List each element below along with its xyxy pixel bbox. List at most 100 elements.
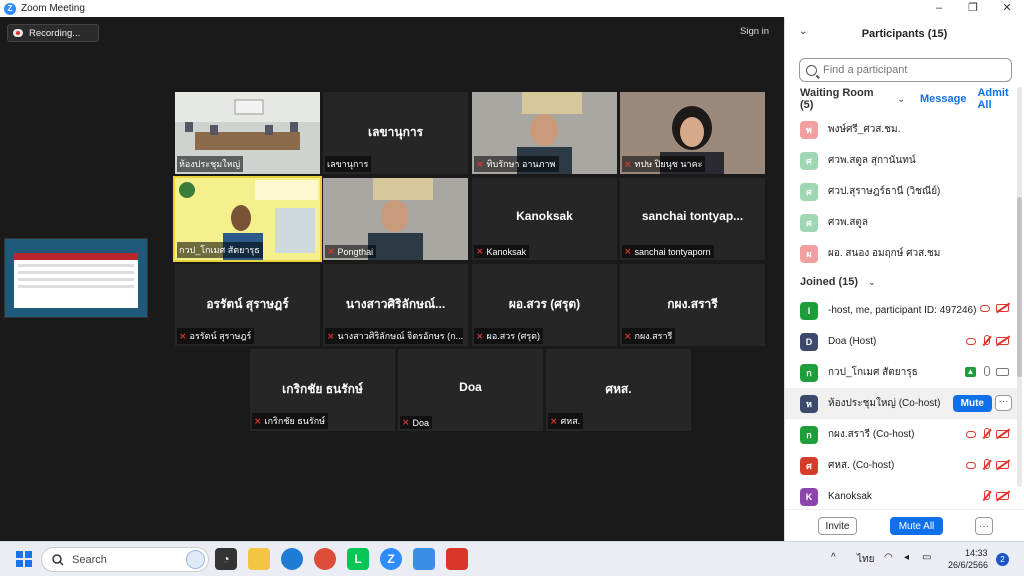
participant-row[interactable]: l -host, me, participant ID: 497246) — [785, 295, 1017, 326]
panel-title: Participants (15) — [861, 27, 948, 40]
muted-mic-icon — [982, 428, 990, 440]
screen-share-icon: ▲ — [965, 367, 976, 377]
participant-name-label: ⨯ ทปษ ปิยนุช นาคะ — [622, 156, 706, 172]
windows-start-icon[interactable] — [13, 548, 35, 570]
participant-tile[interactable]: ห้องประชุมใหญ่ — [175, 92, 320, 174]
muted-mic-icon: ⨯ — [476, 246, 484, 256]
wifi-icon[interactable]: ◠ — [884, 552, 893, 563]
panel-footer: Invite Mute All ··· — [785, 509, 1024, 541]
participant-name-label: ⨯ ศหส. — [548, 413, 584, 429]
participant-row[interactable]: ห ห้องประชุมใหญ่ (Co-host) Mute ··· — [785, 388, 1017, 419]
waiting-participant-row[interactable]: ศ ศวป.สุราษฎร์ธานี (วิชณีย์) — [785, 176, 1017, 207]
chevron-down-icon[interactable]: ⌄ — [868, 277, 876, 288]
edge-browser-icon[interactable] — [281, 548, 303, 570]
waiting-participant-row[interactable]: พ พงษ์ศรี_ศวส.ชม. — [785, 114, 1017, 145]
search-placeholder: Find a participant — [823, 64, 908, 76]
participant-tile[interactable]: กผง.สรารี ⨯ กผง.สรารี — [620, 264, 765, 346]
participant-row[interactable]: K Kanoksak — [785, 481, 1017, 512]
participant-more-button[interactable]: ··· — [995, 395, 1012, 411]
clock-time[interactable]: 14:33 — [965, 548, 988, 558]
joined-label: Joined (15) — [800, 276, 859, 288]
gauge-app-icon[interactable]: ◔ — [215, 548, 237, 570]
participant-search-input[interactable]: Find a participant — [799, 58, 1012, 82]
shared-screen-thumbnail[interactable] — [4, 238, 148, 318]
chrome-browser-icon[interactable] — [314, 548, 336, 570]
zoom-taskbar-icon[interactable]: Z — [380, 548, 402, 570]
video-icon — [996, 368, 1009, 376]
maximize-button[interactable]: ❐ — [956, 0, 990, 17]
mute-participant-button[interactable]: Mute — [952, 395, 992, 412]
clock-date[interactable]: 26/6/2566 — [948, 560, 988, 570]
participant-tile[interactable]: Kanoksak ⨯ Kanoksak — [472, 178, 617, 260]
waiting-participant-row[interactable]: ศ ศวพ.สตูล — [785, 207, 1017, 238]
participant-name-label: ⨯ เกริกชัย ธนรักษ์ — [252, 413, 329, 429]
participant-name: sanchai tontyaporn — [634, 246, 711, 257]
zoom-logo-icon: Z — [4, 2, 16, 15]
participant-name: ทิบรักษา อานภาพ — [486, 159, 556, 169]
video-area: Recording... Sign in ห้องประชุมใหญ่ เลขาน… — [0, 17, 784, 541]
avatar: K — [800, 487, 818, 506]
more-options-button[interactable]: ··· — [975, 517, 993, 535]
participant-tile[interactable]: Doa ⨯ Doa — [398, 349, 543, 431]
participant-row[interactable]: ศ ศหส. (Co-host) — [785, 450, 1017, 481]
participant-name: Kanoksak — [828, 491, 872, 502]
volume-icon[interactable]: ◂ — [904, 552, 909, 563]
participant-tile[interactable]: กวป_โกเมศ สัตยารุธ — [173, 176, 322, 262]
image-viewer-icon[interactable] — [413, 548, 435, 570]
pdf-reader-icon[interactable] — [446, 548, 468, 570]
participant-tile[interactable]: อรรัตน์ สุราษฎร์ ⨯ อรรัตน์ สุราษฎร์ — [175, 264, 320, 346]
participant-tile[interactable]: ⨯ ทิบรักษา อานภาพ — [472, 92, 617, 174]
line-app-icon[interactable]: L — [347, 548, 369, 570]
tray-overflow-icon[interactable]: ^ — [831, 552, 836, 563]
participant-tile[interactable]: เกริกชัย ธนรักษ์ ⨯ เกริกชัย ธนรักษ์ — [250, 349, 395, 431]
avatar: ศ — [800, 182, 818, 201]
participant-tile[interactable]: ศหส. ⨯ ศหส. — [546, 349, 691, 431]
participant-name-label: ⨯ ทิบรักษา อานภาพ — [474, 156, 559, 172]
chevron-down-icon[interactable]: ⌄ — [897, 94, 905, 105]
recording-cloud-icon — [966, 337, 976, 345]
minimize-button[interactable]: – — [922, 0, 956, 17]
participant-name-label: ⨯ sanchai tontyaporn — [622, 245, 714, 258]
participant-name: ศวป.สุราษฎร์ธานี (วิชณีย์) — [828, 186, 941, 197]
participant-tile[interactable]: ⨯ ทปษ ปิยนุช นาคะ — [620, 92, 765, 174]
taskbar-search[interactable]: Search — [41, 547, 209, 572]
participant-row[interactable]: ก กวป_โกเมศ สัตยารุธ ▲ — [785, 357, 1017, 388]
scrollbar[interactable] — [1017, 87, 1022, 487]
participant-tile[interactable]: ⨯ Pongthai — [323, 178, 468, 260]
participant-display-name: Doa — [459, 380, 482, 394]
chevron-down-icon[interactable]: ⌄ — [799, 26, 807, 37]
participant-tile[interactable]: ผอ.สวร (ศรุต) ⨯ ผอ.สวร (ศรุต) — [472, 264, 617, 346]
file-explorer-icon[interactable] — [248, 548, 270, 570]
participant-row[interactable]: D Doa (Host) — [785, 326, 1017, 357]
participant-tile[interactable]: นางสาวศิริลักษณ์... ⨯ นางสาวศิริลักษณ์ จิต… — [323, 264, 468, 346]
joined-header: Joined (15) ⌄ — [785, 269, 1017, 295]
participant-status-icons — [980, 304, 1009, 312]
invite-button[interactable]: Invite — [818, 517, 857, 535]
muted-mic-icon: ⨯ — [402, 417, 410, 427]
participant-name: กผง.สรารี — [634, 331, 673, 341]
participant-status-icons — [966, 428, 1009, 440]
participant-tile[interactable]: sanchai tontyap... ⨯ sanchai tontyaporn — [620, 178, 765, 260]
sign-in-link[interactable]: Sign in — [740, 26, 769, 37]
muted-mic-icon: ⨯ — [327, 246, 335, 256]
participant-row[interactable]: ก กผง.สรารี (Co-host) — [785, 419, 1017, 450]
video-off-icon — [996, 461, 1009, 469]
close-button[interactable]: ✕ — [990, 0, 1024, 17]
battery-icon[interactable]: ▭ — [922, 552, 931, 563]
message-button[interactable]: Message — [920, 93, 966, 105]
recording-indicator[interactable]: Recording... — [7, 24, 99, 42]
notification-badge[interactable]: 2 — [996, 553, 1009, 566]
avatar: ศ — [800, 456, 818, 475]
participant-name: Doa — [412, 417, 430, 428]
window-controls: – ❐ ✕ — [922, 0, 1024, 17]
title-bar: Z Zoom Meeting – ❐ ✕ — [0, 0, 1024, 17]
recording-cloud-icon — [13, 29, 23, 37]
waiting-participant-row[interactable]: ศ ศวพ.สตูล สุกานันทน์ — [785, 145, 1017, 176]
avatar: พ — [800, 120, 818, 139]
waiting-participant-row[interactable]: ผ ผอ. สนอง อมฤกษ์ ศวส.ชม — [785, 238, 1017, 269]
participant-name: เกริกชัย ธนรักษ์ — [264, 416, 326, 426]
muted-mic-icon — [982, 459, 990, 471]
participant-tile[interactable]: เลขานุการ เลขานุการ — [323, 92, 468, 174]
language-indicator[interactable]: ไทย — [857, 552, 874, 567]
mute-all-button[interactable]: Mute All — [890, 517, 943, 535]
